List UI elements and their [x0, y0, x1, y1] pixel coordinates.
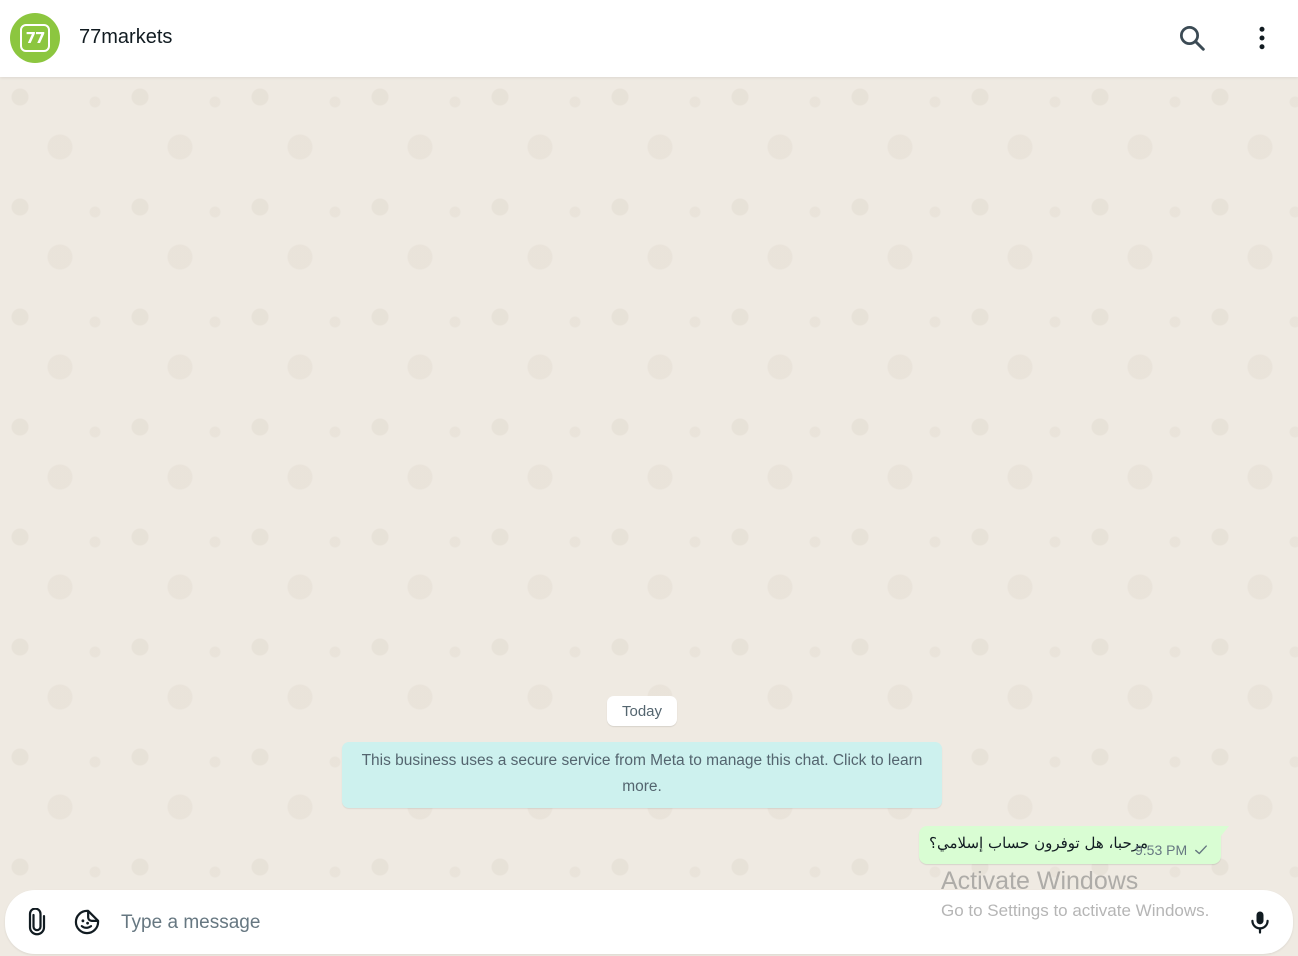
avatar[interactable]: 77 [10, 13, 60, 63]
microphone-icon[interactable] [1246, 908, 1274, 936]
contact-name[interactable]: 77markets [79, 26, 172, 49]
message-time: 9:53 PM [1135, 842, 1188, 858]
single-check-icon [1194, 843, 1208, 857]
chat-area[interactable]: Today This business uses a secure servic… [0, 77, 1298, 956]
message-text: مرحبا، هل توفرون حساب إسلامي؟ [929, 834, 1149, 852]
date-divider: Today [607, 696, 677, 726]
encryption-notice[interactable]: This business uses a secure service from… [342, 742, 942, 808]
outgoing-message[interactable]: مرحبا، هل توفرون حساب إسلامي؟ 9:53 PM [919, 826, 1229, 864]
sticker-icon[interactable] [73, 908, 101, 936]
message-composer [5, 890, 1293, 954]
avatar-logo: 77 [20, 24, 50, 52]
kebab-menu-icon[interactable] [1247, 23, 1277, 53]
bubble-tail [1221, 826, 1229, 836]
paperclip-icon[interactable] [23, 907, 51, 936]
chat-header: 77 77markets [0, 0, 1298, 77]
search-icon[interactable] [1177, 23, 1207, 53]
message-input[interactable] [119, 902, 823, 944]
